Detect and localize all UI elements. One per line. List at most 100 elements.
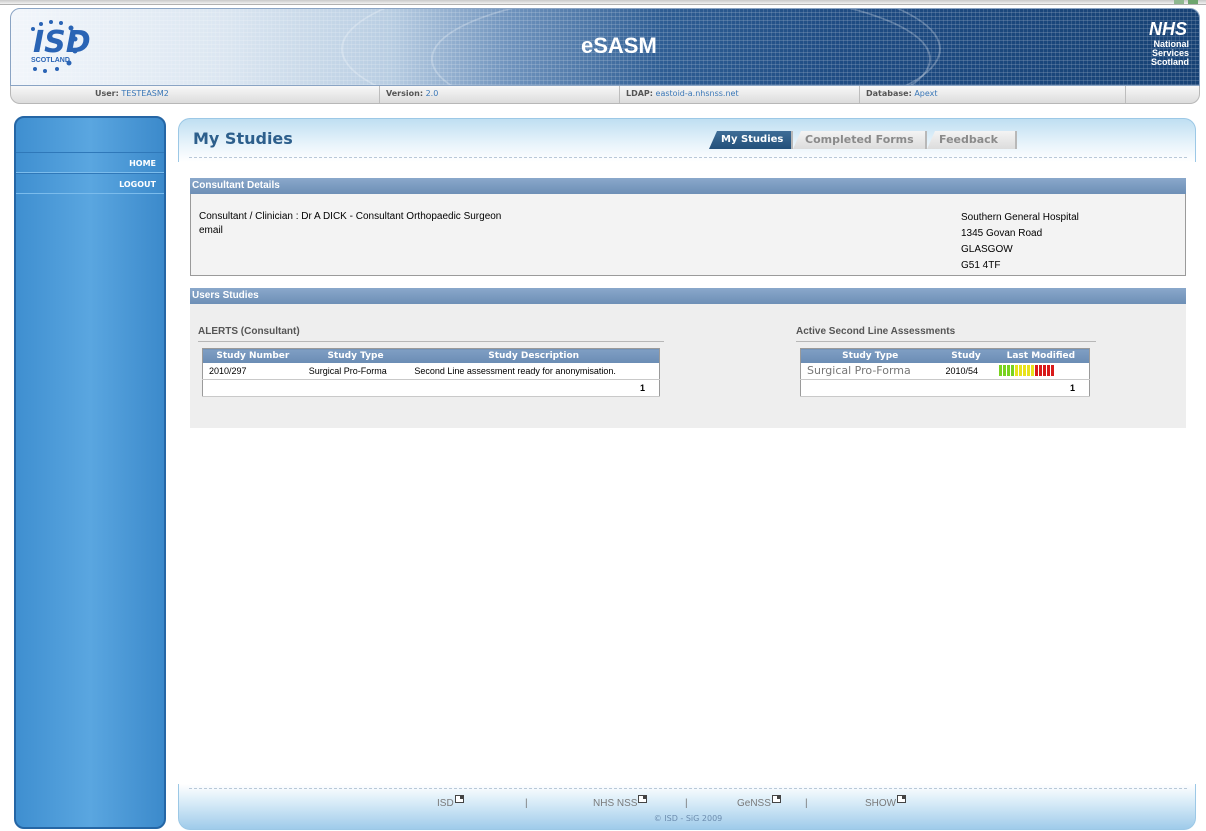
- alerts-title: ALERTS (Consultant): [198, 326, 664, 342]
- tab-my-studies[interactable]: My Studies: [709, 131, 793, 149]
- footer-separator: |: [685, 798, 688, 809]
- column-header[interactable]: Study Description: [408, 348, 660, 363]
- footer-link-label: GeNSS: [737, 798, 771, 809]
- info-divider: [619, 86, 620, 103]
- column-header[interactable]: Last Modified: [992, 348, 1090, 363]
- header-divider: [189, 157, 1187, 158]
- user-value: TESTEASM2: [121, 89, 169, 98]
- page-title: My Studies: [193, 129, 293, 148]
- external-link-icon: [638, 795, 648, 803]
- progress-segment: [1022, 365, 1026, 377]
- table-row[interactable]: Surgical Pro-Forma 2010/54: [800, 362, 1090, 380]
- tab-feedback[interactable]: Feedback: [927, 131, 1017, 149]
- progress-segment: [1034, 365, 1038, 377]
- ldap-value: eastoid-a.nhsnss.net: [655, 89, 739, 98]
- progress-segment: [1046, 365, 1050, 377]
- footer-divider: [189, 788, 1187, 789]
- database-label: Database:: [866, 89, 912, 98]
- consultant-name: Consultant / Clinician : Dr A DICK - Con…: [199, 211, 502, 222]
- isd-scotland-logo[interactable]: ISD SCOTLAND: [25, 19, 99, 75]
- sidebar-item-logout[interactable]: LOGOUT: [16, 173, 164, 194]
- users-studies-panel: ALERTS (Consultant) Study Number Study T…: [190, 304, 1186, 428]
- progress-segment: [1050, 365, 1054, 377]
- ldap-info: LDAP: eastoid-a.nhsnss.net: [626, 89, 739, 98]
- footer: ISD | NHS NSS | GeNSS | SHOW © ISD - SiG…: [178, 784, 1196, 830]
- progress-segment: [1006, 365, 1010, 377]
- progress-segment: [1018, 365, 1022, 377]
- progress-segment: [1042, 365, 1046, 377]
- consultant-info: Consultant / Clinician : Dr A DICK - Con…: [199, 210, 501, 238]
- app-title: eSASM: [581, 33, 657, 58]
- user-info: User: TESTEASM2: [95, 89, 169, 98]
- nhs-logo-line: Scotland: [1150, 57, 1189, 67]
- address-line: GLASGOW: [961, 244, 1013, 255]
- column-header[interactable]: Study Type: [800, 348, 940, 363]
- study-type-cell[interactable]: Surgical Pro-Forma: [800, 362, 940, 380]
- main-header: My Studies My Studies Completed Forms Fe…: [178, 118, 1196, 162]
- window-mini-button[interactable]: [1174, 0, 1184, 4]
- sidebar-item-home[interactable]: HOME: [16, 152, 164, 173]
- progress-segment: [1030, 365, 1034, 377]
- info-divider: [859, 86, 860, 103]
- column-header[interactable]: Study Number: [202, 348, 303, 363]
- table-row[interactable]: 2010/297 Surgical Pro-Forma Second Line …: [202, 362, 660, 380]
- table-header-row: Study Number Study Type Study Descriptio…: [202, 348, 660, 363]
- address-line: Southern General Hospital: [961, 212, 1079, 223]
- footer-link-isd[interactable]: ISD: [437, 795, 464, 809]
- banner: ISD SCOTLAND eSASM NHS National Services…: [10, 8, 1200, 86]
- copyright: © ISD - SiG 2009: [653, 814, 723, 823]
- footer-link-show[interactable]: SHOW: [865, 795, 907, 809]
- study-number-cell[interactable]: 2010/297: [202, 362, 303, 380]
- header: ISD SCOTLAND eSASM NHS National Services…: [10, 8, 1200, 104]
- progress-segment: [1038, 365, 1042, 377]
- external-link-icon: [897, 795, 907, 803]
- consultant-email: email: [199, 225, 223, 236]
- ldap-label: LDAP:: [626, 89, 653, 98]
- tab-completed-forms[interactable]: Completed Forms: [793, 131, 927, 149]
- column-header[interactable]: Study Type: [302, 348, 409, 363]
- footer-link-label: SHOW: [865, 798, 897, 809]
- banner-swoosh: [431, 9, 931, 85]
- progress-segment: [1010, 365, 1014, 377]
- alerts-table: Study Number Study Type Study Descriptio…: [202, 348, 660, 397]
- column-header[interactable]: Study: [939, 348, 993, 363]
- main-content: Consultant Details Consultant / Clinicia…: [178, 162, 1196, 784]
- user-label: User:: [95, 89, 119, 98]
- last-modified-indicator: [998, 365, 1055, 377]
- study-description-cell: Second Line assessment ready for anonymi…: [408, 362, 660, 380]
- active-assessments-table: Study Type Study Last Modified Surgical …: [800, 348, 1090, 397]
- progress-segment: [1014, 365, 1018, 377]
- session-info-bar: User: TESTEASM2 Version: 2.0 LDAP: easto…: [10, 86, 1200, 104]
- footer-link-label: NHS NSS: [593, 798, 638, 809]
- footer-link-genss[interactable]: GeNSS: [737, 795, 781, 809]
- sidebar-nav: HOME LOGOUT: [16, 152, 164, 194]
- study-type-cell: Surgical Pro-Forma: [302, 362, 409, 380]
- info-divider: [1125, 86, 1126, 103]
- version-value: 2.0: [425, 89, 439, 98]
- address-line: 1345 Govan Road: [961, 228, 1043, 239]
- nhs-logo-title: NHS: [1148, 19, 1187, 39]
- hospital-address: Southern General Hospital 1345 Govan Roa…: [961, 210, 1079, 274]
- window-top-strip: [0, 0, 1206, 5]
- database-info: Database: Apext: [866, 89, 938, 98]
- footer-link-label: ISD: [437, 798, 454, 809]
- progress-segment: [1002, 365, 1006, 377]
- isd-logo-text: ISD: [33, 25, 91, 60]
- table-count-row: 1: [800, 379, 1090, 397]
- active-assessments-title: Active Second Line Assessments: [796, 326, 1096, 342]
- footer-separator: |: [805, 798, 808, 809]
- table-header-row: Study Type Study Last Modified: [800, 348, 1090, 363]
- nhs-nss-logo: NHS National Services Scotland: [1133, 19, 1189, 77]
- external-link-icon: [454, 795, 464, 803]
- consultant-details-panel: Consultant / Clinician : Dr A DICK - Con…: [190, 194, 1186, 276]
- window-mini-button[interactable]: [1188, 0, 1198, 4]
- active-count: 1: [800, 379, 1090, 397]
- consultant-details-header: Consultant Details: [190, 178, 1186, 194]
- table-count-row: 1: [202, 379, 660, 397]
- address-line: G51 4TF: [961, 260, 1001, 271]
- external-link-icon: [771, 795, 781, 803]
- progress-segment: [1026, 365, 1030, 377]
- footer-link-nhs-nss[interactable]: NHS NSS: [593, 795, 648, 809]
- footer-separator: |: [525, 798, 528, 809]
- study-cell[interactable]: 2010/54: [939, 362, 993, 380]
